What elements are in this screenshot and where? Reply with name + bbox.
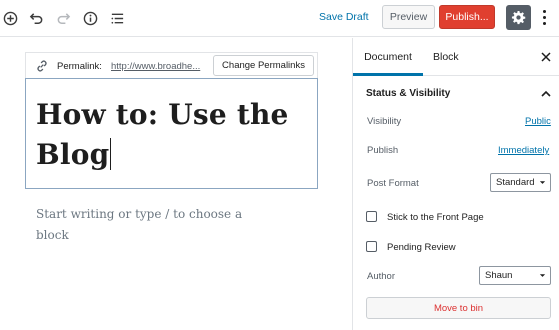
stick-to-front-checkbox[interactable]: [366, 211, 377, 222]
settings-button[interactable]: [506, 5, 531, 30]
post-format-label: Post Format: [367, 178, 419, 189]
text-caret: [110, 138, 112, 170]
permalink-bar: Permalink: http://www.broadhe... Change …: [25, 52, 318, 78]
author-label: Author: [367, 271, 395, 282]
editor-toolbar: Save Draft Preview Publish...: [0, 0, 559, 37]
more-options-button[interactable]: [537, 7, 551, 27]
settings-sidebar: Document Block Status & Visibility Visib…: [352, 38, 559, 330]
publish-button[interactable]: Publish...: [439, 5, 495, 29]
save-draft-button[interactable]: Save Draft: [319, 11, 369, 23]
move-to-bin-button[interactable]: Move to bin: [366, 297, 551, 319]
tab-document[interactable]: Document: [353, 38, 423, 76]
panel-title[interactable]: Status & Visibility: [366, 88, 450, 99]
sidebar-tabs: Document Block: [353, 38, 559, 76]
block-placeholder[interactable]: Start writing or type / to choose a bloc…: [36, 204, 246, 246]
undo-icon[interactable]: [27, 9, 45, 27]
chevron-up-icon[interactable]: [541, 89, 551, 97]
permalink-label: Permalink:: [57, 61, 102, 72]
close-icon[interactable]: [540, 51, 552, 63]
publish-date-link[interactable]: Immediately: [498, 145, 549, 156]
preview-button[interactable]: Preview: [382, 5, 435, 29]
publish-label: Publish: [367, 145, 399, 156]
post-title[interactable]: How to: Use the Blog: [36, 95, 306, 175]
add-block-icon[interactable]: [1, 9, 19, 27]
visibility-link[interactable]: Public: [525, 116, 551, 127]
author-value: Shaun: [485, 270, 513, 281]
info-icon[interactable]: [81, 9, 99, 27]
post-title-line-1: How to: Use the: [36, 98, 289, 131]
tab-block[interactable]: Block: [433, 38, 459, 76]
pending-review-label[interactable]: Pending Review: [387, 242, 456, 253]
post-title-line-2: Blog: [36, 138, 110, 171]
author-select[interactable]: Shaun: [479, 266, 551, 285]
post-format-value: Standard: [496, 177, 535, 188]
post-title-block[interactable]: How to: Use the Blog: [25, 78, 318, 189]
link-icon: [35, 59, 49, 73]
gear-icon: [511, 10, 526, 25]
change-permalinks-button[interactable]: Change Permalinks: [213, 55, 314, 76]
block-navigation-icon[interactable]: [108, 9, 126, 27]
pending-review-checkbox[interactable]: [366, 241, 377, 252]
permalink-url[interactable]: http://www.broadhe...: [111, 61, 208, 72]
post-format-select[interactable]: Standard: [490, 173, 551, 192]
visibility-label: Visibility: [367, 116, 402, 127]
redo-icon[interactable]: [54, 9, 72, 27]
chevron-down-icon: [539, 181, 546, 184]
vertical-ellipsis-icon: [542, 9, 546, 13]
chevron-down-icon: [539, 274, 546, 277]
stick-to-front-label[interactable]: Stick to the Front Page: [387, 212, 484, 223]
